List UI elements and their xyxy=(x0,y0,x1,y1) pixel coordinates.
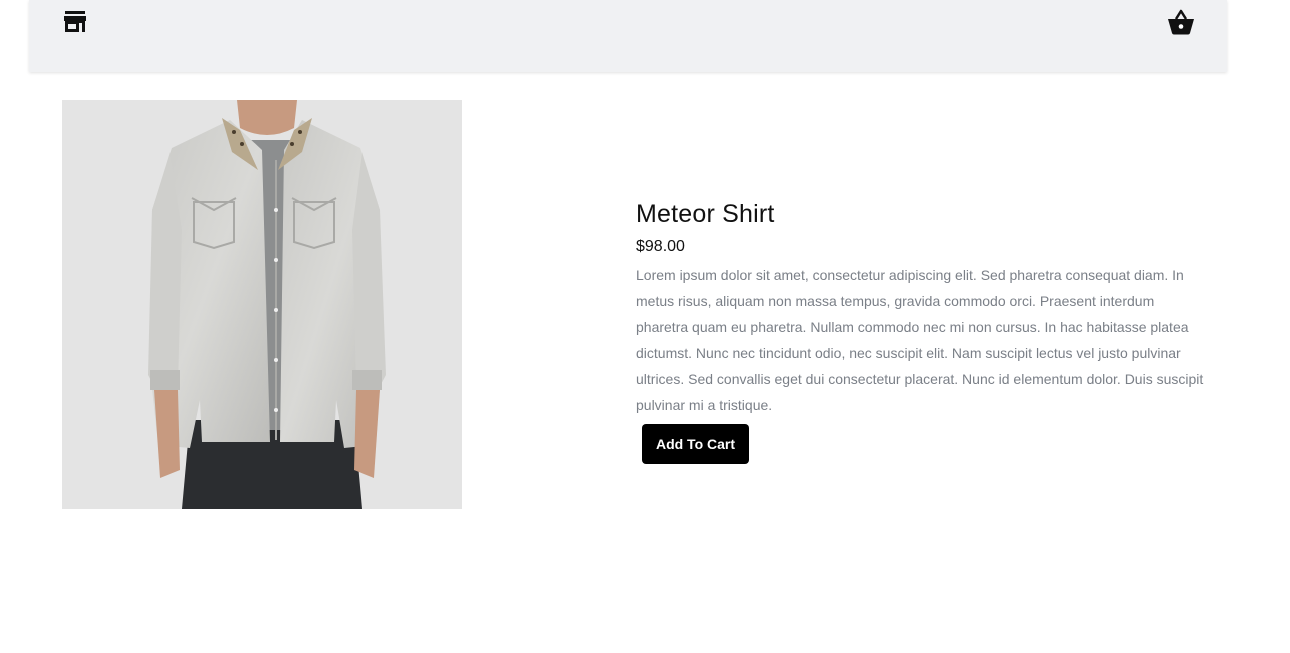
product-image xyxy=(62,100,462,509)
navbar xyxy=(29,0,1227,72)
add-to-cart-button[interactable]: Add To Cart xyxy=(642,424,749,464)
store-icon[interactable] xyxy=(63,10,87,34)
product-details: Meteor Shirt $98.00 Lorem ipsum dolor si… xyxy=(636,198,1206,464)
shopping-basket-icon[interactable] xyxy=(1166,8,1196,36)
product-price: $98.00 xyxy=(636,238,685,255)
product-title: Meteor Shirt xyxy=(636,200,775,228)
shirt-photo xyxy=(62,100,462,509)
product-description: Lorem ipsum dolor sit amet, consectetur … xyxy=(636,267,1204,413)
